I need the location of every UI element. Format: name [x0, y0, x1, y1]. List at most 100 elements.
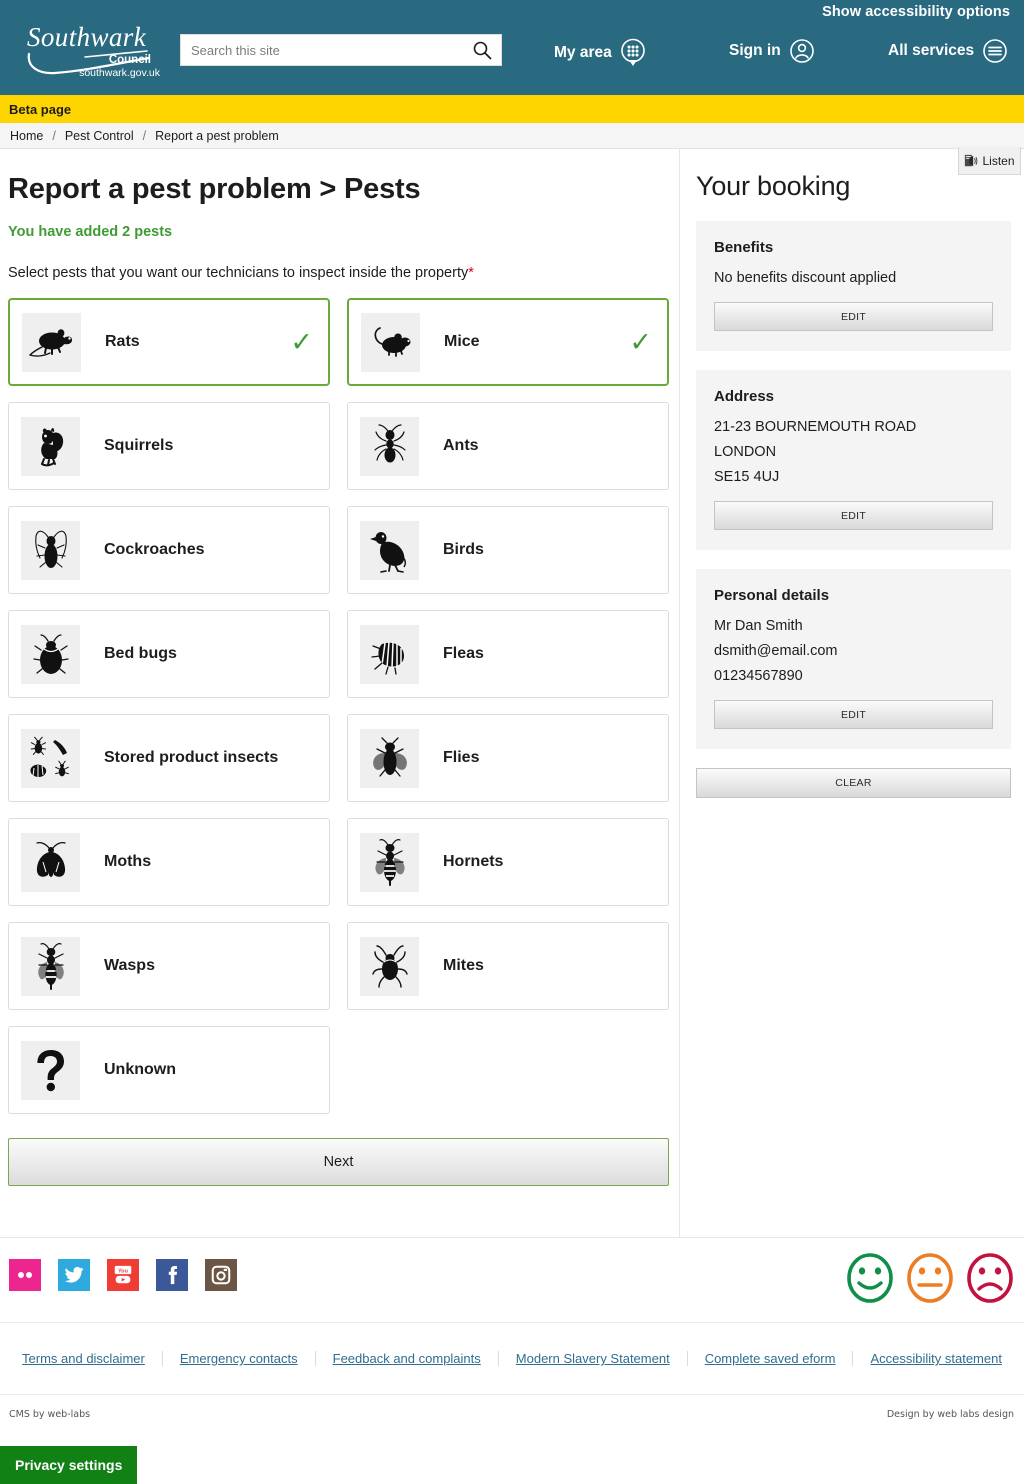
question-mark-icon — [21, 1040, 80, 1100]
twitter-icon[interactable] — [58, 1259, 90, 1291]
pest-option-label: Unknown — [104, 1061, 176, 1078]
personal-details-edit-button[interactable]: EDIT — [714, 700, 993, 729]
listen-button[interactable]: Listen — [958, 147, 1021, 175]
pest-option-fleas[interactable]: Fleas — [347, 610, 669, 698]
footer-link-complete-saved-eform[interactable]: Complete saved eform — [688, 1351, 854, 1366]
personal-details-name: Mr Dan Smith — [714, 618, 803, 634]
pest-option-label: Squirrels — [104, 437, 174, 454]
address-edit-button[interactable]: EDIT — [714, 501, 993, 530]
benefits-heading: Benefits — [714, 239, 774, 256]
address-line-1: 21-23 BOURNEMOUTH ROAD — [714, 419, 917, 435]
pest-option-label: Stored product insects — [104, 749, 279, 766]
breadcrumb: Home / Pest Control / Report a pest prob… — [0, 123, 1024, 149]
pest-option-label: Fleas — [443, 645, 484, 662]
nav-my-area[interactable]: My area — [554, 38, 646, 68]
site-header: Show accessibility options Southwark Cou… — [0, 0, 1024, 95]
pest-option-label: Rats — [105, 333, 140, 350]
nav-all-services-label: All services — [888, 42, 975, 59]
pest-option-moths[interactable]: Moths — [8, 818, 330, 906]
page-title: Report a pest problem > Pests — [8, 173, 421, 205]
pest-selected-check-icon: ✓ — [290, 326, 313, 357]
select-pests-prompt: Select pests that you want our technicia… — [8, 265, 671, 281]
flickr-icon[interactable] — [9, 1259, 41, 1291]
site-search[interactable] — [180, 34, 502, 66]
pest-option-unknown[interactable]: Unknown — [8, 1026, 330, 1114]
search-button[interactable] — [463, 35, 501, 65]
pest-option-label: Moths — [104, 853, 152, 870]
benefits-text: No benefits discount applied — [714, 270, 897, 286]
sad-face-icon[interactable] — [966, 1253, 1014, 1308]
footer-link-terms-and-disclaimer[interactable]: Terms and disclaimer — [5, 1351, 163, 1366]
benefits-edit-button[interactable]: EDIT — [714, 302, 993, 331]
hornet-icon — [360, 832, 419, 892]
happy-face-icon[interactable] — [846, 1253, 894, 1308]
privacy-settings-button[interactable]: Privacy settings — [0, 1446, 138, 1484]
pest-option-label: Birds — [443, 541, 484, 558]
footer-link-modern-slavery-statement[interactable]: Modern Slavery Statement — [499, 1351, 688, 1366]
pest-option-birds[interactable]: Birds — [347, 506, 669, 594]
pest-option-stored-product-insects[interactable]: Stored product insects — [8, 714, 330, 802]
breadcrumb-item-pest-control[interactable]: Pest Control — [65, 129, 134, 143]
pest-option-hornets[interactable]: Hornets — [347, 818, 669, 906]
clear-booking-button[interactable]: CLEAR — [696, 768, 1011, 798]
pest-grid: Rats ✓ Mice ✓ Squirrels Ants Cockroaches… — [8, 298, 669, 1114]
cockroach-icon — [21, 520, 80, 580]
required-marker: * — [468, 265, 474, 281]
pest-option-label: Ants — [443, 437, 479, 454]
footer-links: Terms and disclaimer Emergency contacts Fe… — [0, 1322, 1024, 1394]
neutral-face-icon[interactable] — [906, 1253, 954, 1308]
search-input[interactable] — [181, 42, 463, 58]
pest-option-rats[interactable]: Rats ✓ — [8, 298, 330, 386]
pest-option-flies[interactable]: Flies — [347, 714, 669, 802]
hamburger-menu-icon — [983, 39, 1007, 63]
personal-details-card: Personal details Mr Dan Smith dsmith@ema… — [696, 569, 1011, 749]
rat-icon — [22, 312, 81, 372]
pest-option-label: Wasps — [104, 957, 155, 974]
speaker-icon — [965, 154, 978, 166]
stored-product-insects-icon — [21, 728, 80, 788]
pest-option-ants[interactable]: Ants — [347, 402, 669, 490]
booking-title: Your booking — [696, 171, 851, 201]
address-line-3: SE15 4UJ — [714, 469, 780, 485]
pests-added-message: You have added 2 pests — [8, 224, 173, 240]
logo-brand-text: Southwark — [27, 22, 147, 52]
search-icon — [473, 41, 492, 60]
pest-option-label: Cockroaches — [104, 541, 205, 558]
svg-text:You: You — [118, 1268, 128, 1274]
pest-option-mice[interactable]: Mice ✓ — [347, 298, 669, 386]
feedback-faces — [846, 1253, 1014, 1308]
nav-all-services[interactable]: All services — [888, 38, 1008, 64]
instagram-icon[interactable] — [205, 1259, 237, 1291]
footer-link-feedback-and-complaints[interactable]: Feedback and complaints — [316, 1351, 499, 1366]
pest-option-wasps[interactable]: Wasps — [8, 922, 330, 1010]
footer-link-accessibility-statement[interactable]: Accessibility statement — [853, 1351, 1019, 1366]
listen-label: Listen — [982, 153, 1015, 168]
personal-details-heading: Personal details — [714, 587, 830, 604]
pest-option-label: Flies — [443, 749, 480, 766]
page-body: Report a pest problem > Pests You have a… — [0, 147, 1024, 1237]
pest-option-bed-bugs[interactable]: Bed bugs — [8, 610, 330, 698]
cms-credit: CMS by web-labs — [9, 1409, 91, 1420]
breadcrumb-item-home[interactable]: Home — [10, 129, 43, 143]
youtube-icon[interactable]: You — [107, 1259, 139, 1291]
social-links: You — [9, 1259, 237, 1291]
wasp-icon — [21, 936, 80, 996]
pest-option-cockroaches[interactable]: Cockroaches — [8, 506, 330, 594]
pest-option-squirrels[interactable]: Squirrels — [8, 402, 330, 490]
next-button[interactable]: Next — [8, 1138, 669, 1186]
address-heading: Address — [714, 388, 775, 405]
logo-domain-text: southwark.gov.uk — [79, 67, 160, 79]
facebook-icon[interactable] — [156, 1259, 188, 1291]
breadcrumb-item-report-a-pest-problem[interactable]: Report a pest problem — [155, 129, 279, 143]
pest-option-mites[interactable]: Mites — [347, 922, 669, 1010]
breadcrumb-separator: / — [142, 128, 147, 143]
accessibility-options-link[interactable]: Show accessibility options — [822, 4, 1010, 20]
southwark-council-logo[interactable]: Southwark Council southwark.gov.uk — [25, 24, 165, 84]
address-card: Address 21-23 BOURNEMOUTH ROAD LONDON SE… — [696, 370, 1011, 550]
booking-sidebar: Listen Your booking Benefits No benefits… — [680, 147, 1023, 1237]
logo-council-text: Council — [108, 54, 151, 66]
nav-sign-in[interactable]: Sign in — [729, 38, 815, 64]
footer-link-emergency-contacts[interactable]: Emergency contacts — [163, 1351, 316, 1366]
benefits-card: Benefits No benefits discount applied ED… — [696, 221, 1011, 351]
bedbug-icon — [21, 624, 80, 684]
